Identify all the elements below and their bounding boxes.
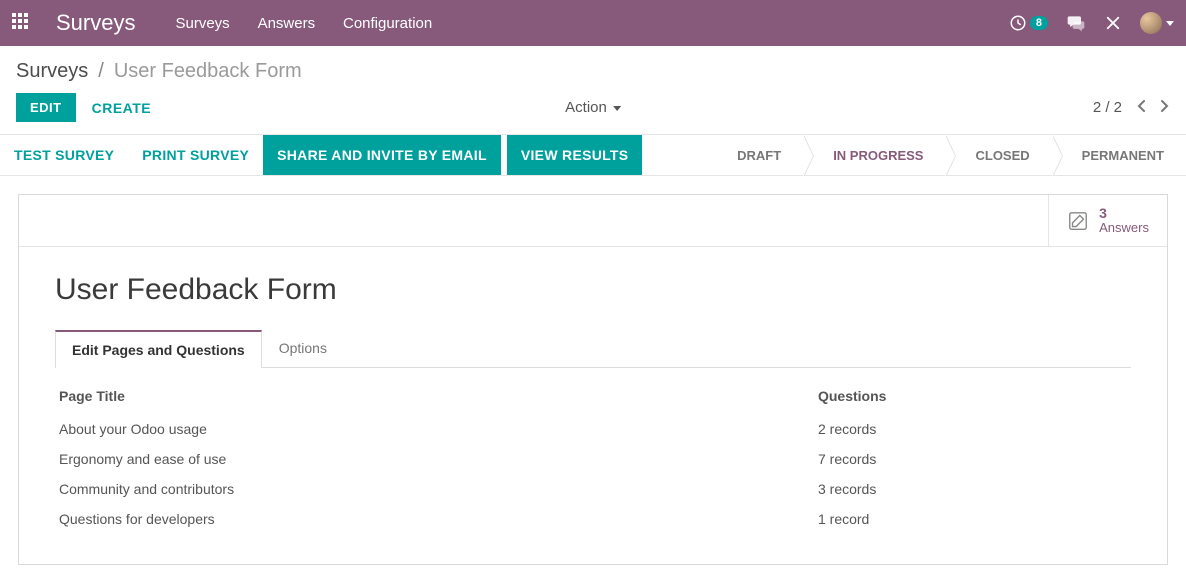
- control-panel: EDIT CREATE Action 2 / 2: [0, 89, 1186, 134]
- tab-edit-pages[interactable]: Edit Pages and Questions: [55, 330, 262, 368]
- share-invite-button[interactable]: SHARE AND INVITE BY EMAIL: [263, 135, 501, 175]
- breadcrumb: Surveys / User Feedback Form: [0, 46, 1186, 89]
- cell-page-title: Community and contributors: [55, 474, 814, 504]
- stat-text: 3 Answers: [1099, 205, 1149, 236]
- topbar-right: 8: [1009, 12, 1174, 34]
- form-title: User Feedback Form: [55, 273, 1131, 307]
- cell-page-title: Questions for developers: [55, 504, 814, 534]
- pager-text: 2 / 2: [1093, 99, 1122, 116]
- top-navbar: Surveys Surveys Answers Configuration 8: [0, 0, 1186, 46]
- avatar: [1140, 12, 1162, 34]
- cell-questions: 3 records: [814, 474, 1131, 504]
- cell-questions: 7 records: [814, 444, 1131, 474]
- activity-indicator[interactable]: 8: [1009, 14, 1048, 32]
- form-sheet-wrap: 3 Answers User Feedback Form Edit Pages …: [0, 176, 1186, 583]
- form-tabs: Edit Pages and Questions Options: [55, 329, 1131, 368]
- view-results-button[interactable]: VIEW RESULTS: [507, 135, 643, 175]
- stage-closed[interactable]: CLOSED: [945, 135, 1051, 175]
- chevron-down-icon: [1166, 21, 1174, 26]
- action-dropdown[interactable]: Action: [565, 99, 621, 116]
- nav-configuration[interactable]: Configuration: [343, 15, 432, 32]
- col-page-title: Page Title: [55, 382, 814, 414]
- clock-icon: [1009, 14, 1027, 32]
- app-brand: Surveys: [56, 10, 135, 36]
- discuss-icon[interactable]: [1066, 13, 1086, 33]
- stage-draft[interactable]: DRAFT: [707, 135, 803, 175]
- tab-options[interactable]: Options: [262, 329, 344, 367]
- table-row[interactable]: Questions for developers 1 record: [55, 504, 1131, 534]
- chevron-left-icon: [1136, 99, 1146, 113]
- stat-label: Answers: [1099, 221, 1149, 236]
- stat-count: 3: [1099, 205, 1149, 221]
- edit-button[interactable]: EDIT: [16, 93, 76, 122]
- cell-page-title: About your Odoo usage: [55, 414, 814, 444]
- stage-permanent[interactable]: PERMANENT: [1052, 135, 1186, 175]
- stage-in-progress[interactable]: IN PROGRESS: [803, 135, 945, 175]
- close-x-icon: [1104, 14, 1122, 32]
- chat-icon: [1066, 13, 1086, 33]
- action-bar: TEST SURVEY PRINT SURVEY SHARE AND INVIT…: [0, 134, 1186, 176]
- nav-surveys[interactable]: Surveys: [175, 15, 229, 32]
- cell-page-title: Ergonomy and ease of use: [55, 444, 814, 474]
- pager: 2 / 2: [1093, 99, 1170, 116]
- cell-questions: 2 records: [814, 414, 1131, 444]
- nav-answers[interactable]: Answers: [258, 15, 316, 32]
- table-row[interactable]: Ergonomy and ease of use 7 records: [55, 444, 1131, 474]
- sheet-body: User Feedback Form Edit Pages and Questi…: [19, 247, 1167, 564]
- form-sheet: 3 Answers User Feedback Form Edit Pages …: [18, 194, 1168, 565]
- apps-icon[interactable]: [12, 13, 32, 33]
- table-row[interactable]: Community and contributors 3 records: [55, 474, 1131, 504]
- stat-button-strip: 3 Answers: [19, 195, 1167, 247]
- cell-questions: 1 record: [814, 504, 1131, 534]
- pages-table: Page Title Questions About your Odoo usa…: [55, 382, 1131, 534]
- print-survey-button[interactable]: PRINT SURVEY: [128, 147, 263, 163]
- table-row[interactable]: About your Odoo usage 2 records: [55, 414, 1131, 444]
- answers-stat-button[interactable]: 3 Answers: [1048, 195, 1167, 246]
- breadcrumb-separator: /: [98, 60, 104, 83]
- pager-prev[interactable]: [1136, 99, 1146, 116]
- create-button[interactable]: CREATE: [92, 100, 152, 116]
- col-questions: Questions: [814, 382, 1131, 414]
- breadcrumb-root[interactable]: Surveys: [16, 60, 88, 83]
- top-nav: Surveys Answers Configuration: [175, 15, 456, 32]
- activity-count-badge: 8: [1030, 16, 1048, 30]
- debug-icon[interactable]: [1104, 14, 1122, 32]
- pager-next[interactable]: [1160, 99, 1170, 116]
- status-bar: DRAFT IN PROGRESS CLOSED PERMANENT: [707, 135, 1186, 175]
- test-survey-button[interactable]: TEST SURVEY: [0, 147, 128, 163]
- user-menu[interactable]: [1140, 12, 1174, 34]
- breadcrumb-current: User Feedback Form: [114, 60, 302, 83]
- pencil-square-icon: [1067, 210, 1089, 232]
- chevron-right-icon: [1160, 99, 1170, 113]
